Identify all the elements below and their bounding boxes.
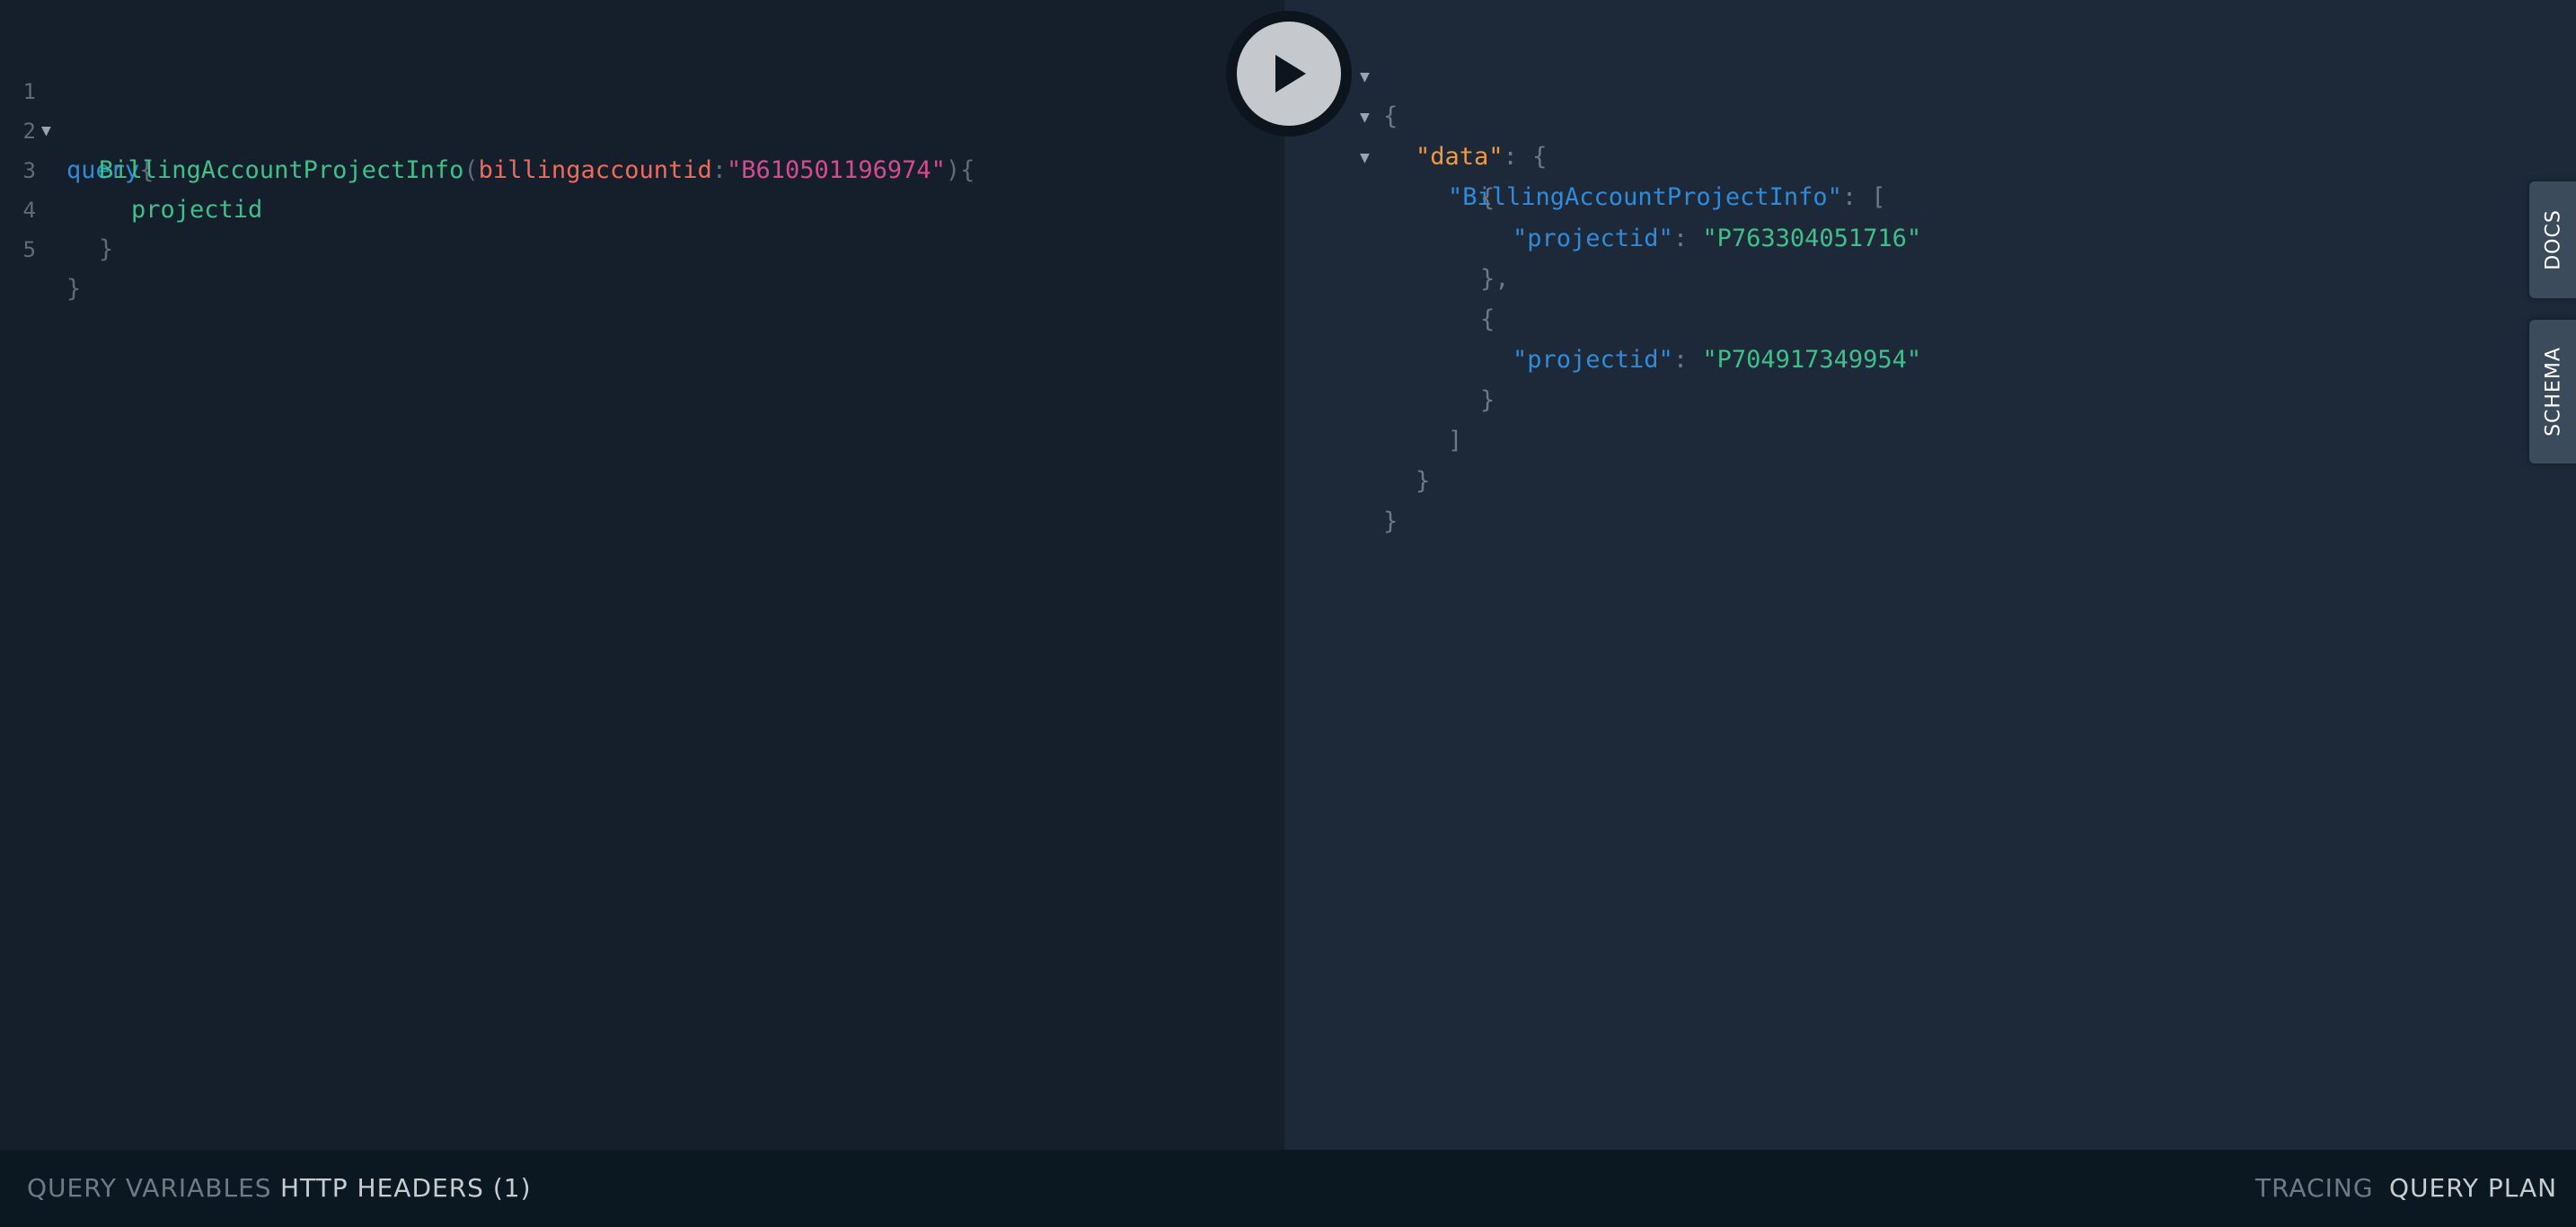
query-plan-tab[interactable]: QUERY PLAN (2389, 1150, 2557, 1227)
line-number: 5 (22, 237, 36, 262)
http-headers-tab[interactable]: HTTP HEADERS (1) (280, 1150, 532, 1227)
result-line: "projectid": "P704917349954" (1284, 301, 2452, 374)
result-pane[interactable]: ▼ { ▼ "data": { ▼ "BillingAccountProject… (1284, 0, 2576, 1150)
brace: } (99, 235, 114, 263)
schema-tab[interactable]: SCHEMA (2529, 320, 2576, 463)
result-line: }, (1284, 220, 2452, 293)
result-line: { (1284, 139, 2452, 212)
brace: } (66, 275, 82, 303)
result-line: ▼ "BillingAccountProjectInfo": [ (1284, 99, 2452, 211)
code-line-2[interactable]: 2 BillingAccountProjectInfo(billingaccou… (0, 72, 1257, 184)
tracing-tab[interactable]: TRACING (2255, 1150, 2374, 1227)
code-line-3[interactable]: 3 projectid (0, 111, 1257, 224)
query-variables-tab[interactable]: QUERY VARIABLES (27, 1150, 272, 1227)
code-line-5[interactable]: 5 } (0, 190, 1257, 303)
graphql-playground: 1 ▼ query{ 2 BillingAccountProjectInfo(b… (0, 0, 2576, 1227)
execute-query-button[interactable] (1226, 11, 1352, 137)
result-line: } (1284, 463, 2452, 535)
run-button-face[interactable] (1237, 22, 1341, 126)
code-line-1[interactable]: 1 ▼ query{ (0, 32, 1257, 184)
result-line: } (1284, 341, 2452, 414)
result-line: "projectid": "P763304051716" (1284, 180, 2452, 252)
result-line: { (1284, 260, 2452, 333)
result-line: ▼ { (1284, 18, 2452, 130)
query-editor[interactable]: 1 ▼ query{ 2 BillingAccountProjectInfo(b… (0, 0, 1284, 1150)
result-line: } (1284, 422, 2452, 495)
code-line-4[interactable]: 4 } (0, 151, 1257, 263)
bottom-bar: QUERY VARIABLES HTTP HEADERS (1) TRACING… (0, 1150, 2576, 1227)
schema-tab-label: SCHEMA (2542, 347, 2565, 437)
play-icon (1275, 55, 1306, 93)
result-line: ] (1284, 382, 2452, 455)
docs-tab[interactable]: DOCS (2529, 181, 2576, 298)
docs-tab-label: DOCS (2542, 209, 2565, 270)
result-line: ▼ "data": { (1284, 58, 2452, 171)
json-brace: } (1383, 508, 1398, 535)
